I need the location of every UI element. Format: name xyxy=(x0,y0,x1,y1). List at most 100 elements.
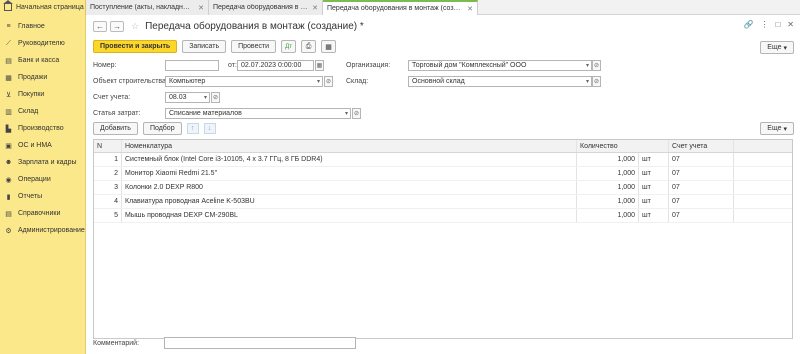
cost-item-label: Статья затрат: xyxy=(93,110,141,117)
sidebar-item-label: Администрирование xyxy=(18,227,85,234)
people-icon: ☻ xyxy=(4,159,13,166)
open-link-icon[interactable]: ⊘ xyxy=(324,76,333,87)
post-button[interactable]: Провести xyxy=(231,40,277,53)
organization-field[interactable]: Торговый дом "Комплексный" ООО xyxy=(408,60,592,71)
table-row[interactable]: 5 Мышь проводная DEXP CM-290BL 1,000 шт … xyxy=(94,209,792,223)
assets-icon: ▣ xyxy=(5,142,12,150)
table-row[interactable]: 2 Монитор Xiaomi Redmi 21.5" 1,000 шт 07 xyxy=(94,167,792,181)
row-empty xyxy=(734,153,792,166)
table-row[interactable]: 3 Колонки 2.0 DEXP R800 1,000 шт 07 xyxy=(94,181,792,195)
row-nomenclature: Колонки 2.0 DEXP R800 xyxy=(122,181,577,194)
sidebar-item-label: Производство xyxy=(18,125,64,132)
row-quantity: 1,000 xyxy=(577,167,639,180)
sidebar-item-purchases[interactable]: ⊻ Покупки xyxy=(0,86,85,103)
link-icon[interactable]: 🔗 xyxy=(743,20,753,29)
more-label: Еще xyxy=(767,44,782,51)
page-title: Передача оборудования в монтаж (создание… xyxy=(145,20,364,32)
open-link-icon[interactable]: ⊘ xyxy=(592,60,601,71)
sidebar-item-label: Покупки xyxy=(18,91,45,98)
sidebar-item-payroll[interactable]: ☻ Зарплата и кадры xyxy=(0,154,85,171)
add-row-button[interactable]: Добавить xyxy=(93,122,138,135)
move-down-icon[interactable]: ↓ xyxy=(203,123,216,134)
comment-field[interactable] xyxy=(164,337,356,349)
post-and-close-button[interactable]: Провести и закрыть xyxy=(93,40,178,53)
back-button[interactable]: ← xyxy=(93,20,107,32)
sidebar-item-reports[interactable]: ▮ Отчеты xyxy=(0,188,85,205)
book-icon: ▤ xyxy=(5,210,12,218)
star-icon[interactable]: ☆ xyxy=(131,21,139,32)
cost-item-field[interactable]: Списание материалов xyxy=(165,108,351,119)
organization-label: Организация: xyxy=(346,62,391,69)
sidebar-item-assets[interactable]: ▣ ОС и НМА xyxy=(0,137,85,154)
table-row[interactable]: 4 Клавиатура проводная Aceline K-503BU 1… xyxy=(94,195,792,209)
sidebar-item-main[interactable]: ≡ Главное xyxy=(0,18,85,35)
date-field[interactable]: 02.07.2023 0:00:00 xyxy=(237,60,314,71)
row-number: 4 xyxy=(94,195,122,208)
col-n-header[interactable]: N xyxy=(94,140,122,152)
calendar-icon[interactable]: ▦ xyxy=(315,60,324,71)
row-number: 2 xyxy=(94,167,122,180)
kebab-menu-icon[interactable]: ⋮ xyxy=(760,20,768,29)
col-empty-header xyxy=(734,140,792,152)
open-link-icon[interactable]: ⊘ xyxy=(211,92,220,103)
sidebar-item-label: Руководителю xyxy=(18,40,65,47)
row-empty xyxy=(734,167,792,180)
maximize-icon[interactable]: □ xyxy=(775,20,780,29)
tab-equipment-transfer[interactable]: Передача оборудования в монтаж ✕ xyxy=(209,0,323,15)
print-icon[interactable]: ⎙ xyxy=(301,40,317,53)
dropdown-icon[interactable]: ▾ xyxy=(201,92,210,103)
col-nomenclature-header[interactable]: Номенклатура xyxy=(122,140,577,152)
col-quantity-header[interactable]: Количество xyxy=(577,140,669,152)
row-account: 07 xyxy=(669,153,734,166)
chart-line-icon: ⟋ xyxy=(6,39,11,47)
pick-button[interactable]: Подбор xyxy=(142,122,182,135)
row-quantity: 1,000 xyxy=(577,209,639,222)
row-quantity: 1,000 xyxy=(577,195,639,208)
open-link-icon[interactable]: ⊘ xyxy=(592,76,601,87)
dropdown-icon[interactable]: ▾ xyxy=(583,60,592,71)
sidebar-item-catalogs[interactable]: ▤ Справочники xyxy=(0,205,85,222)
reports-icon: ▮ xyxy=(6,193,11,201)
tab-equipment-transfer-create[interactable]: Передача оборудования в монтаж (создание… xyxy=(323,0,478,15)
sidebar-item-sales[interactable]: ▦ Продажи xyxy=(0,69,85,86)
close-icon[interactable]: ✕ xyxy=(787,20,794,29)
close-icon[interactable]: ✕ xyxy=(312,4,318,12)
sidebar-item-production[interactable]: ▙ Производство xyxy=(0,120,85,137)
table-more-button[interactable]: Еще ▾ xyxy=(760,122,794,135)
close-icon[interactable]: ✕ xyxy=(467,5,473,13)
construction-site-field[interactable]: Компьютер xyxy=(165,76,323,87)
tab-label: Поступление (акты, накладные, УПД) xyxy=(90,4,194,11)
row-unit: шт xyxy=(639,181,669,194)
dt-kt-icon[interactable]: Дт xyxy=(281,40,297,53)
row-account: 07 xyxy=(669,181,734,194)
number-field[interactable] xyxy=(165,60,219,71)
main-area: ← → ☆ Передача оборудования в монтаж (со… xyxy=(87,15,800,354)
dropdown-icon[interactable]: ▾ xyxy=(342,108,351,119)
sidebar-item-management[interactable]: ⟋ Руководителю xyxy=(0,35,85,52)
row-empty xyxy=(734,209,792,222)
dropdown-icon[interactable]: ▾ xyxy=(583,76,592,87)
account-label: Счет учета: xyxy=(93,94,131,101)
sidebar-item-warehouse[interactable]: ▥ Склад xyxy=(0,103,85,120)
sidebar-item-label: Склад xyxy=(18,108,39,115)
row-nomenclature: Монитор Xiaomi Redmi 21.5" xyxy=(122,167,577,180)
table-toolbar: Добавить Подбор ↑ ↓ xyxy=(93,122,216,135)
move-up-icon[interactable]: ↑ xyxy=(186,123,199,134)
dropdown-icon[interactable]: ▾ xyxy=(314,76,323,87)
sidebar-item-admin[interactable]: ⚙ Администрирование xyxy=(0,222,85,239)
row-account: 07 xyxy=(669,209,734,222)
warehouse-field[interactable]: Основной склад xyxy=(408,76,592,87)
open-link-icon[interactable]: ⊘ xyxy=(352,108,361,119)
home-tab[interactable]: Начальная страница xyxy=(0,0,86,15)
sidebar-item-bank[interactable]: ▤ Банк и касса xyxy=(0,52,85,69)
forward-button[interactable]: → xyxy=(110,20,124,32)
more-button[interactable]: Еще ▾ xyxy=(760,41,794,54)
structure-icon[interactable]: ▦ xyxy=(321,40,337,53)
save-button[interactable]: Записать xyxy=(182,40,227,53)
table-row[interactable]: 1 Системный блок (Intel Core i3-10105, 4… xyxy=(94,153,792,167)
close-icon[interactable]: ✕ xyxy=(198,4,204,12)
construction-site-label: Объект строительства: xyxy=(93,78,168,85)
tab-receipts[interactable]: Поступление (акты, накладные, УПД) ✕ xyxy=(86,0,209,15)
col-account-header[interactable]: Счет учета xyxy=(669,140,734,152)
sidebar-item-operations[interactable]: ◉ Операции xyxy=(0,171,85,188)
